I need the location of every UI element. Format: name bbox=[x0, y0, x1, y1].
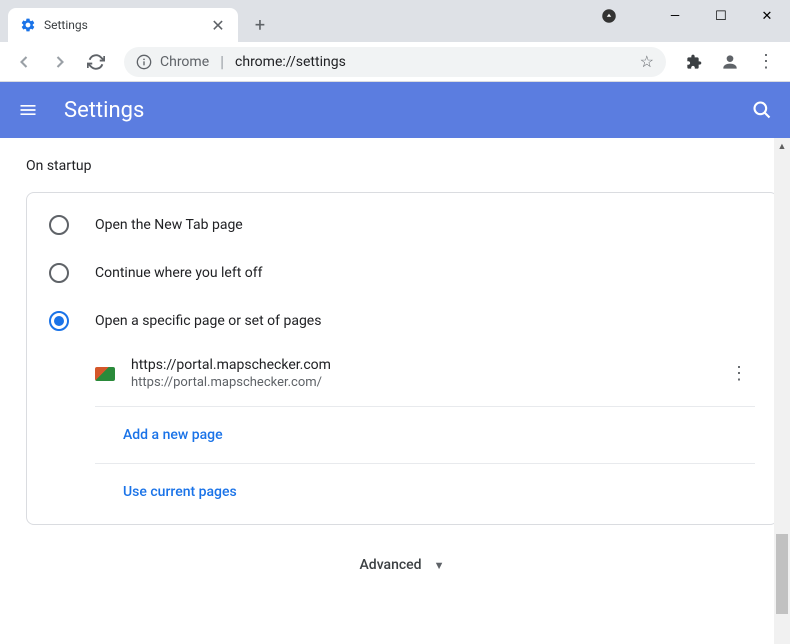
page-entry-url: https://portal.mapschecker.com/ bbox=[131, 375, 707, 390]
radio-option-new-tab[interactable]: Open the New Tab page bbox=[27, 201, 777, 249]
tab-close-icon[interactable]: ✕ bbox=[210, 16, 226, 35]
divider bbox=[95, 406, 755, 407]
bookmark-star-icon[interactable]: ☆ bbox=[640, 52, 654, 71]
startup-page-entry: https://portal.mapschecker.com https://p… bbox=[27, 345, 777, 402]
radio-icon[interactable] bbox=[49, 215, 69, 235]
scrollbar-up-icon[interactable]: ▲ bbox=[774, 138, 790, 154]
maximize-button[interactable]: ☐ bbox=[698, 0, 744, 32]
url-divider: | bbox=[220, 52, 224, 71]
advanced-label: Advanced bbox=[360, 557, 422, 573]
search-icon[interactable] bbox=[750, 98, 774, 122]
hamburger-menu-icon[interactable] bbox=[16, 98, 40, 122]
back-button[interactable] bbox=[8, 46, 40, 78]
minimize-button[interactable]: — bbox=[652, 0, 698, 32]
page-info: https://portal.mapschecker.com https://p… bbox=[131, 357, 707, 390]
divider bbox=[95, 463, 755, 464]
chevron-down-icon: ▼ bbox=[434, 559, 445, 572]
startup-card: Open the New Tab page Continue where you… bbox=[26, 192, 778, 525]
page-favicon-icon bbox=[95, 367, 115, 381]
reload-button[interactable] bbox=[80, 46, 112, 78]
chrome-menu-icon[interactable]: ⋮ bbox=[750, 46, 782, 78]
add-new-page-button[interactable]: Add a new page bbox=[27, 411, 777, 459]
settings-app-bar: Settings bbox=[0, 82, 790, 138]
section-heading: On startup bbox=[26, 158, 778, 174]
page-entry-menu-icon[interactable]: ⋮ bbox=[723, 363, 755, 384]
radio-icon[interactable] bbox=[49, 263, 69, 283]
radio-option-continue[interactable]: Continue where you left off bbox=[27, 249, 777, 297]
page-entry-title: https://portal.mapschecker.com bbox=[131, 357, 707, 373]
close-window-button[interactable]: ✕ bbox=[744, 0, 790, 32]
extensions-icon[interactable] bbox=[678, 46, 710, 78]
tab-strip: Settings ✕ + — ☐ ✕ bbox=[0, 0, 790, 42]
radio-label: Open the New Tab page bbox=[95, 217, 243, 233]
address-bar[interactable]: Chrome | chrome://settings ☆ bbox=[124, 47, 666, 77]
scrollbar-thumb[interactable] bbox=[776, 534, 788, 614]
radio-icon[interactable] bbox=[49, 311, 69, 331]
incognito-icon[interactable] bbox=[586, 0, 632, 32]
radio-label: Continue where you left off bbox=[95, 265, 263, 281]
window-controls: — ☐ ✕ bbox=[586, 0, 790, 32]
forward-button[interactable] bbox=[44, 46, 76, 78]
site-info-icon[interactable] bbox=[136, 54, 152, 70]
new-tab-button[interactable]: + bbox=[246, 11, 274, 39]
profile-icon[interactable] bbox=[714, 46, 746, 78]
tab-title: Settings bbox=[44, 18, 202, 32]
use-current-pages-button[interactable]: Use current pages bbox=[27, 468, 777, 516]
settings-gear-icon bbox=[20, 17, 36, 33]
advanced-toggle[interactable]: Advanced ▼ bbox=[26, 525, 778, 589]
content-area: On startup Open the New Tab page Continu… bbox=[0, 138, 790, 644]
url-text: chrome://settings bbox=[235, 54, 632, 70]
radio-label: Open a specific page or set of pages bbox=[95, 313, 321, 329]
page-title: Settings bbox=[64, 98, 726, 123]
browser-toolbar: Chrome | chrome://settings ☆ ⋮ bbox=[0, 42, 790, 82]
radio-option-specific-pages[interactable]: Open a specific page or set of pages bbox=[27, 297, 777, 345]
browser-tab[interactable]: Settings ✕ bbox=[8, 8, 238, 42]
scrollbar[interactable] bbox=[774, 154, 790, 644]
url-scheme: Chrome bbox=[160, 54, 209, 70]
